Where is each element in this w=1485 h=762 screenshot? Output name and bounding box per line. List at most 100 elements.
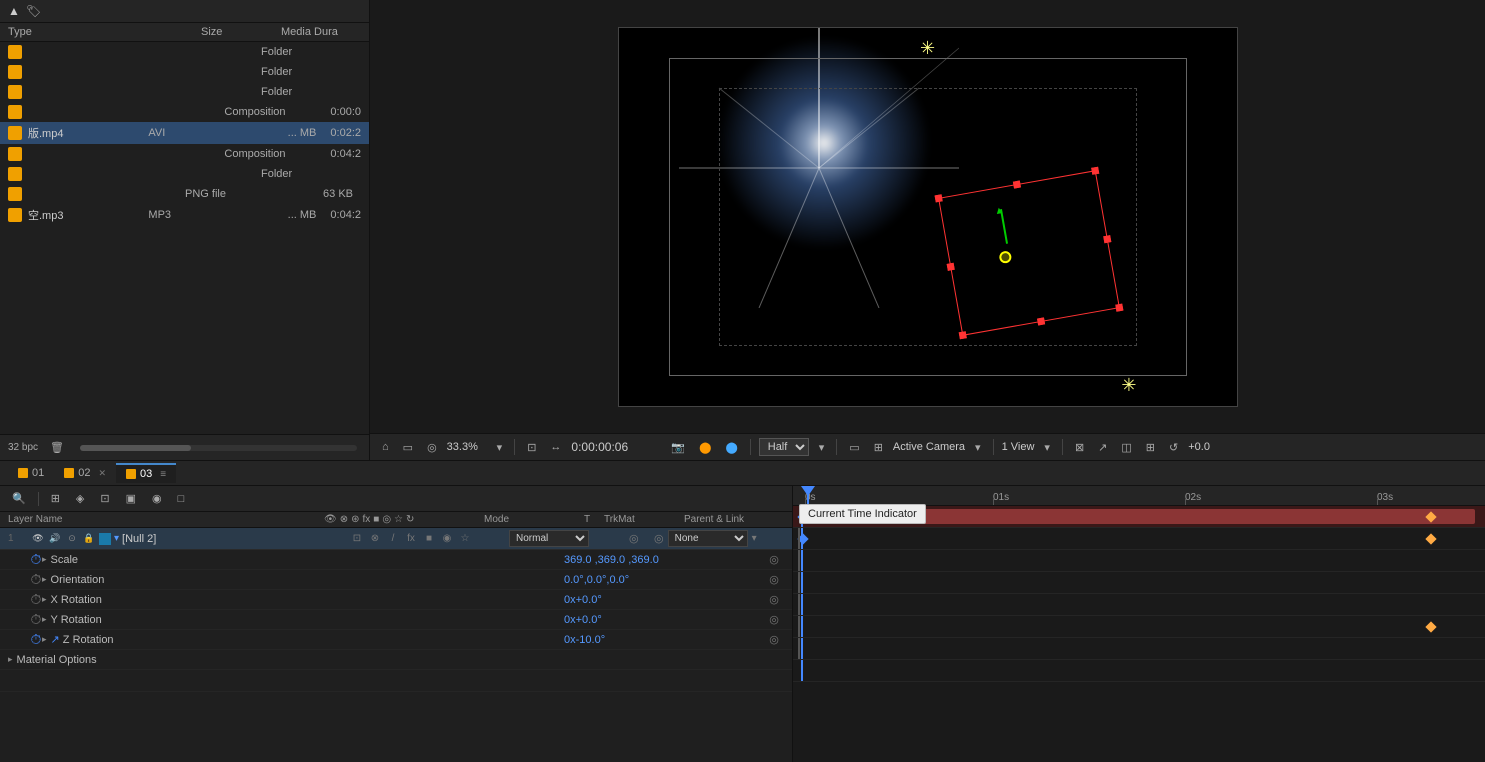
prop-clock-orient[interactable]: ⏱	[30, 574, 42, 586]
sw-3d[interactable]: ◉	[439, 531, 455, 547]
tab-03[interactable]: 03 ≡	[116, 463, 176, 483]
handle-bottom-mid[interactable]	[1037, 317, 1045, 325]
handle-bottom-right[interactable]	[1115, 303, 1123, 311]
layer-lock-btn[interactable]: 🔒	[82, 532, 96, 546]
handle-top-right[interactable]	[1091, 166, 1099, 174]
mode-select[interactable]: Normal	[509, 530, 589, 547]
fit-btn[interactable]: ⊡	[523, 439, 540, 456]
quality-select[interactable]: Half	[759, 438, 809, 456]
avi-icon	[8, 126, 22, 140]
track-row-zrot[interactable]	[793, 616, 1485, 638]
zrot-arrow[interactable]: ▸	[42, 634, 47, 645]
grid-btn[interactable]: ⊞	[870, 439, 887, 456]
layer-vis-btn[interactable]: 👁	[31, 532, 45, 546]
keyframe-zrot-end[interactable]	[1425, 621, 1436, 632]
prop-value-yrot[interactable]: 0x+0.0°	[564, 614, 764, 626]
sw-vis[interactable]: ⊡	[349, 531, 365, 547]
track-row-yrot[interactable]	[793, 594, 1485, 616]
quality-dropdown[interactable]: ▾	[815, 439, 829, 456]
handle-mid-left[interactable]	[946, 262, 954, 270]
color-btn[interactable]: ⬤	[695, 439, 715, 456]
prop-clock-xrot[interactable]: ⏱	[30, 594, 42, 606]
bpc-label: 32 bpc	[8, 442, 38, 453]
layer-audio-btn[interactable]: 🔊	[48, 532, 62, 546]
tab-03-menu[interactable]: ≡	[160, 469, 166, 480]
handle-top-left[interactable]	[934, 194, 942, 202]
sw-qual[interactable]: /	[385, 531, 401, 547]
prop-value-scale[interactable]: 369.0 ,369.0 ,369.0	[564, 554, 764, 566]
list-item[interactable]: 空.mp3 MP3 ... MB 0:04:2	[0, 204, 369, 226]
list-item[interactable]: Folder	[0, 164, 369, 184]
list-item[interactable]: 版.mp4 AVI ... MB 0:02:2	[0, 122, 369, 144]
track-row-orient[interactable]	[793, 550, 1485, 572]
time-indicator-marker[interactable]	[801, 486, 815, 505]
orient-arrow[interactable]: ▸	[42, 574, 47, 585]
sw-sh[interactable]: ☆	[457, 531, 473, 547]
table-row[interactable]: 1 👁 🔊 ⊙ 🔒 ▾ [Null 2] ⊡ ⊗ / fx	[0, 528, 792, 550]
parent-link-icon: ◎	[654, 532, 664, 545]
prop-clock-yrot[interactable]: ⏱	[30, 614, 42, 626]
extra-btn4[interactable]: ⊞	[1142, 439, 1159, 456]
material-arrow[interactable]: ▸	[8, 654, 13, 665]
list-item[interactable]: PNG file 63 KB	[0, 184, 369, 204]
comp-viewport[interactable]: ▲ ✳ ✳	[370, 0, 1485, 433]
sw-fx[interactable]: fx	[403, 531, 419, 547]
layer-expand-arrow[interactable]: ▾	[114, 533, 119, 544]
transform-box[interactable]: ▲	[938, 170, 1120, 336]
extra-btn2[interactable]: ↗	[1094, 439, 1111, 456]
track-row-xrot[interactable]	[793, 572, 1485, 594]
region-btn[interactable]: ▭	[845, 439, 863, 456]
layer-solo-btn[interactable]: ⊙	[65, 532, 79, 546]
keyframe-scale-end[interactable]	[1425, 533, 1436, 544]
comp-btn[interactable]: ⊞	[47, 490, 64, 507]
list-item[interactable]: Folder	[0, 42, 369, 62]
sw-mb[interactable]: ■	[421, 531, 437, 547]
extra-btn3[interactable]: ◫	[1117, 439, 1135, 456]
tab-02-close[interactable]: ✕	[99, 468, 107, 479]
yrot-arrow[interactable]: ▸	[42, 614, 47, 625]
xrot-arrow[interactable]: ▸	[42, 594, 47, 605]
camera-btn[interactable]: 📷	[667, 439, 689, 456]
prop-clock-scale[interactable]: ⏱	[30, 554, 42, 566]
track-row-mat[interactable]	[793, 638, 1485, 660]
transform-btn[interactable]: ↔	[546, 439, 565, 455]
list-item[interactable]: Composition 0:04:2	[0, 144, 369, 164]
time-cursor-yrot	[801, 594, 803, 615]
camera-dropdown[interactable]: ▾	[971, 439, 985, 456]
list-item[interactable]: Folder	[0, 82, 369, 102]
prop-clock-zrot[interactable]: ⏱	[30, 634, 42, 646]
view-dropdown[interactable]: ▾	[1040, 439, 1054, 456]
square-btn[interactable]: □	[174, 491, 189, 507]
viewer-home-btn[interactable]: ⌂	[378, 439, 393, 455]
sw-cont[interactable]: ⊗	[367, 531, 383, 547]
handle-top-mid[interactable]	[1012, 180, 1020, 188]
adjust-btn[interactable]: ▣	[122, 490, 140, 507]
shapes-btn[interactable]: ◈	[72, 490, 88, 507]
extra-btn1[interactable]: ⊠	[1071, 439, 1088, 456]
prop-link-zrot: ◎	[764, 633, 784, 646]
list-item[interactable]: Composition 0:00:0	[0, 102, 369, 122]
prop-value-orient[interactable]: 0.0°,0.0°,0.0°	[564, 574, 764, 586]
camera-layer-btn[interactable]: ◉	[148, 490, 166, 507]
viewer-monitor-btn[interactable]: ▭	[399, 439, 417, 456]
scale-arrow[interactable]: ▸	[42, 554, 47, 565]
prop-value-xrot[interactable]: 0x+0.0°	[564, 594, 764, 606]
color-picker-btn[interactable]: ⬤	[721, 439, 741, 456]
parent-dropdown[interactable]: ▾	[752, 533, 757, 544]
track-row-scale[interactable]	[793, 528, 1485, 550]
tab-01[interactable]: 01	[8, 464, 54, 482]
zoom-dropdown[interactable]: ▾	[493, 439, 507, 456]
delete-button[interactable]: 🗑	[46, 439, 68, 456]
handle-mid-right[interactable]	[1103, 235, 1111, 243]
tab-02[interactable]: 02 ✕	[54, 464, 116, 482]
handle-bottom-left[interactable]	[958, 331, 966, 339]
prop-value-zrot[interactable]: 0x-10.0°	[564, 634, 764, 646]
viewer-mask-btn[interactable]: ◎	[423, 439, 441, 456]
table-row[interactable]: ▸ Material Options	[0, 650, 792, 670]
extra-btn5[interactable]: ↺	[1165, 439, 1182, 456]
timeline-section: 01 02 ✕ 03 ≡ 🔍 ⊞ ◈ ⊡ ▣ ◉ □	[0, 460, 1485, 762]
null-btn[interactable]: ⊡	[96, 490, 113, 507]
list-item[interactable]: Folder	[0, 62, 369, 82]
search-layers-btn[interactable]: 🔍	[8, 490, 30, 507]
parent-select[interactable]: None	[668, 530, 748, 547]
